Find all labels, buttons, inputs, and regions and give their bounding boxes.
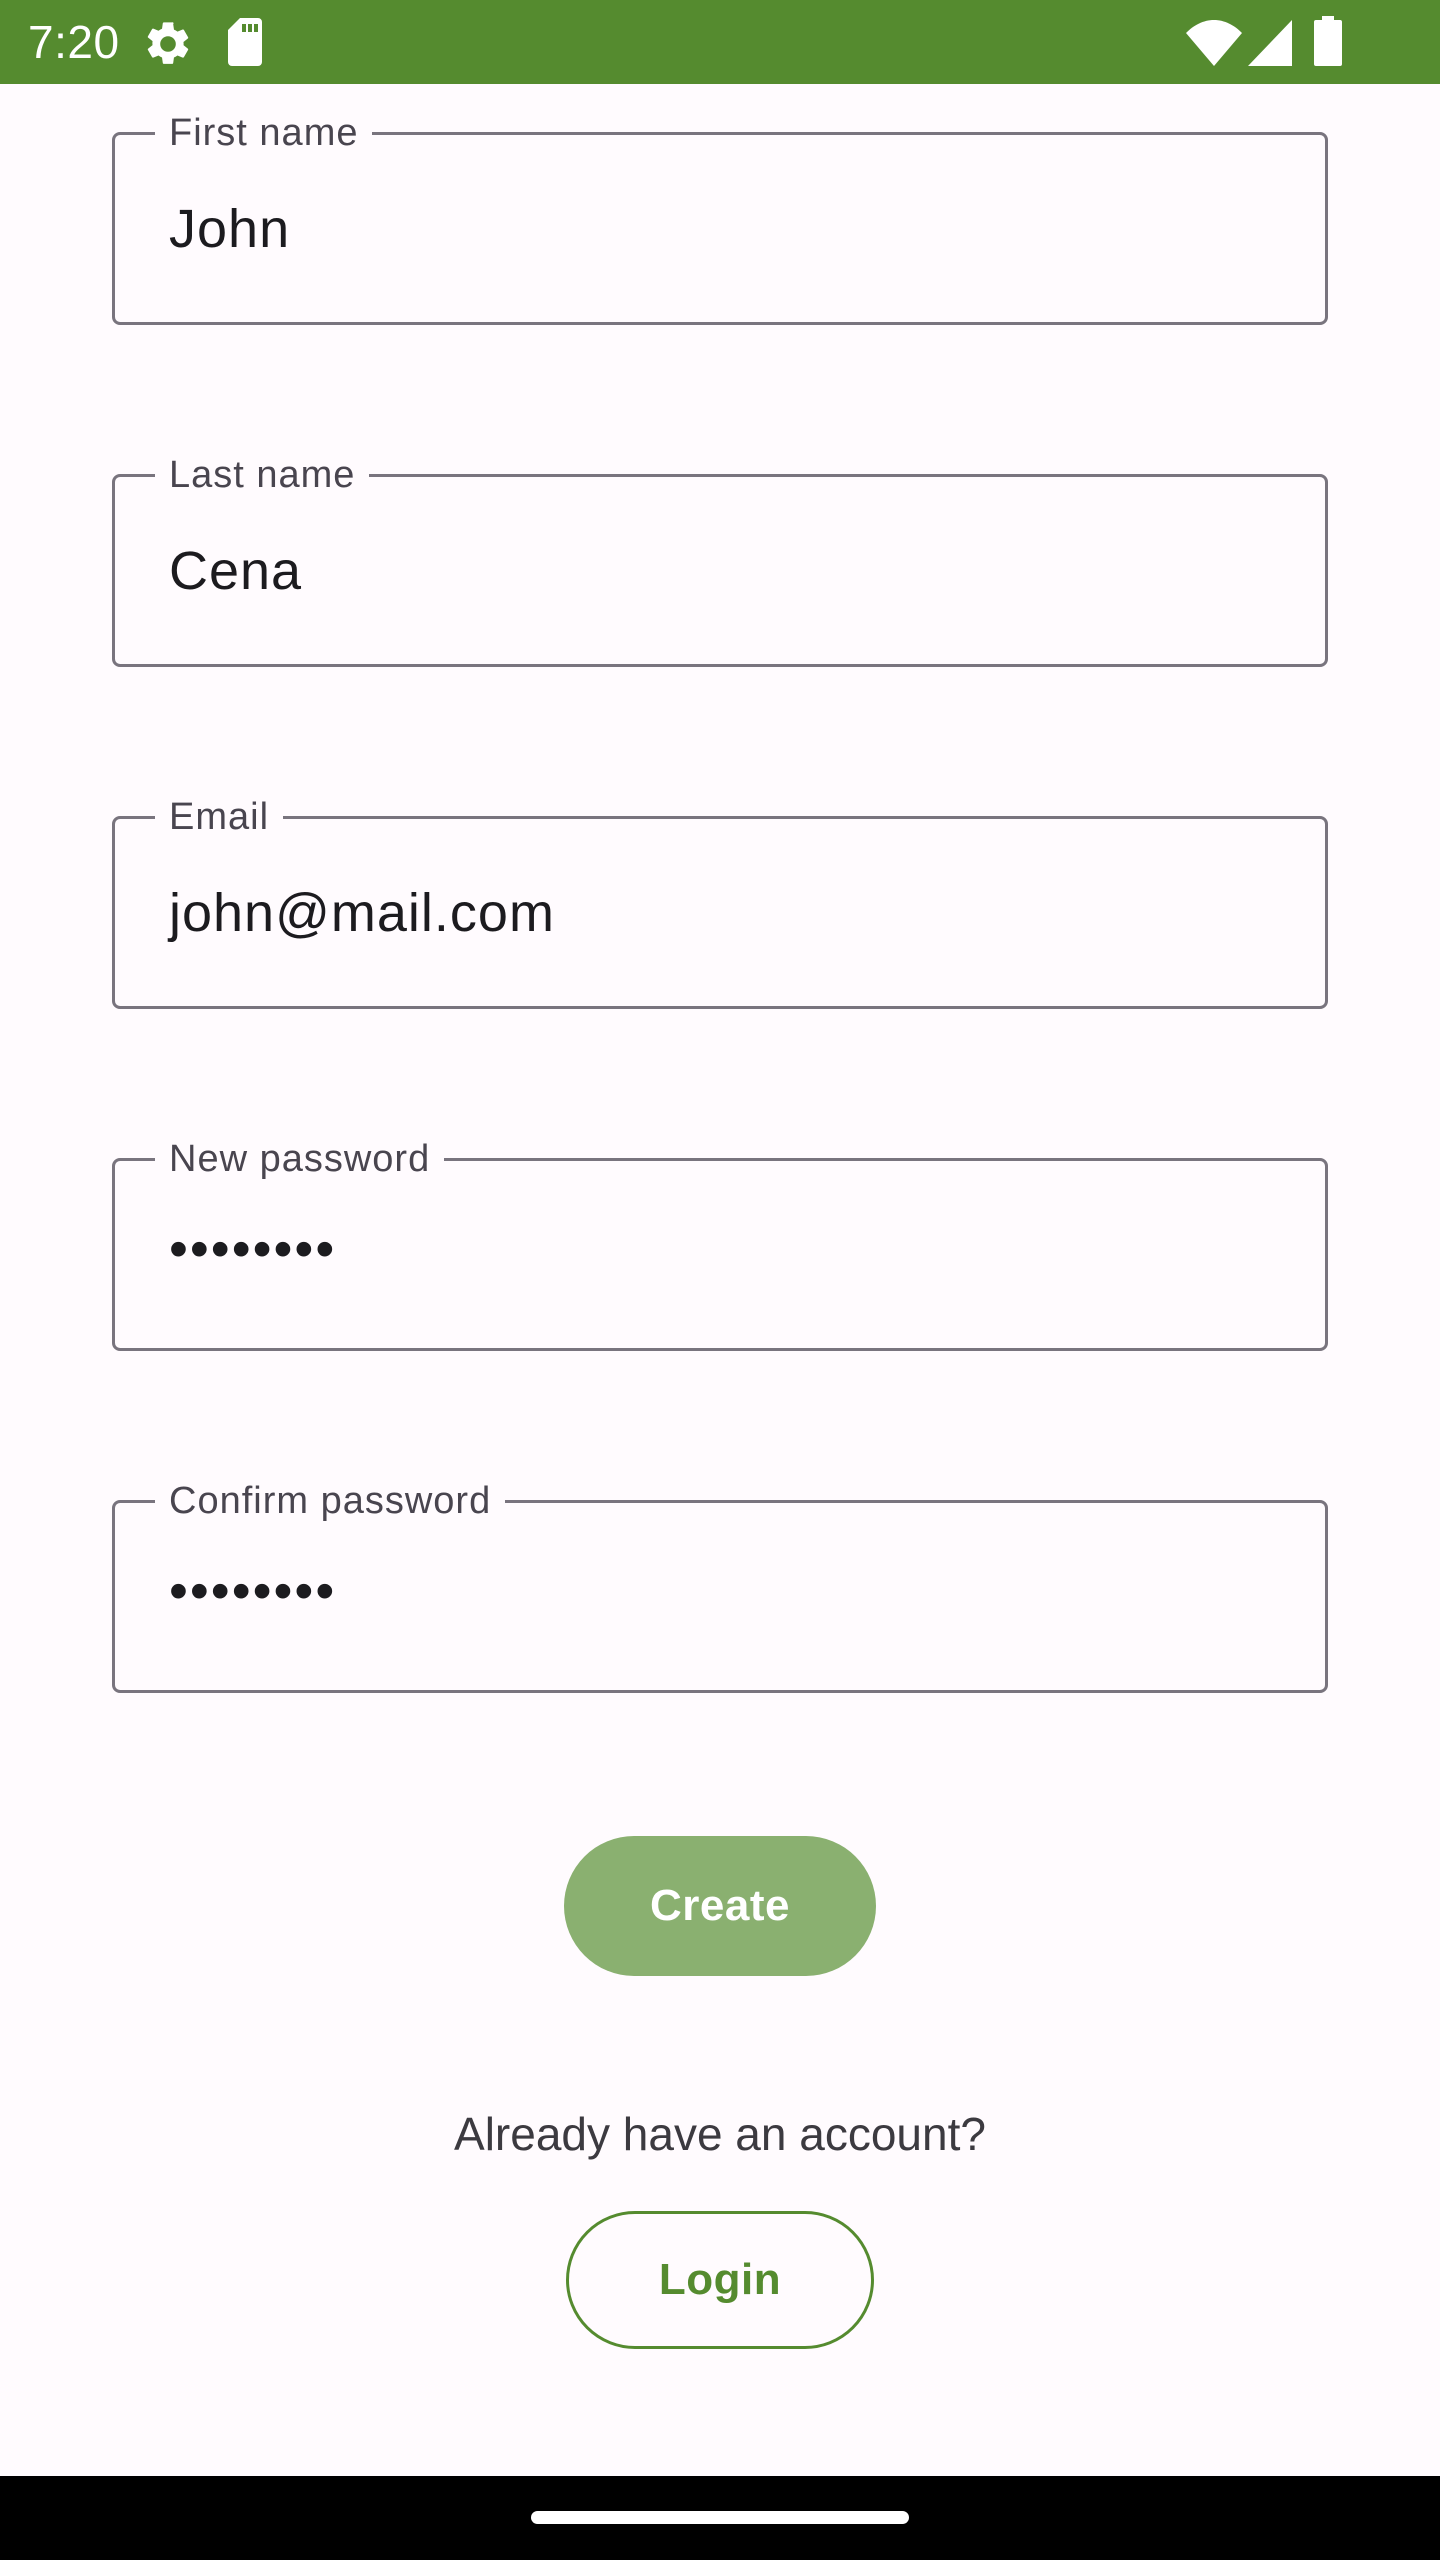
first-name-input[interactable]: John [169,197,290,261]
create-button[interactable]: Create [564,1836,876,1976]
email-input[interactable]: john@mail.com [169,881,555,945]
settings-gear-icon [147,22,189,64]
last-name-label: Last name [155,451,370,499]
already-have-account-text: Already have an account? [454,2108,986,2160]
email-field[interactable]: Email john@mail.com [112,793,1328,1009]
first-name-label: First name [155,109,373,157]
wifi-icon [1186,20,1242,66]
confirm-password-input[interactable]: •••••••• [169,1559,336,1623]
status-bar: 7:20 [0,0,1440,84]
last-name-input[interactable]: Cena [169,539,302,603]
cellular-signal-icon [1248,20,1292,66]
login-button[interactable]: Login [566,2211,874,2349]
new-password-field[interactable]: New password •••••••• [112,1135,1328,1351]
new-password-label: New password [155,1135,445,1183]
email-label: Email [155,793,284,841]
new-password-input[interactable]: •••••••• [169,1217,336,1281]
sd-card-icon [228,18,262,66]
first-name-field[interactable]: First name John [112,109,1328,325]
home-gesture-handle[interactable] [531,2511,909,2524]
confirm-password-label: Confirm password [155,1477,506,1525]
status-time: 7:20 [28,16,120,68]
confirm-password-field[interactable]: Confirm password •••••••• [112,1477,1328,1693]
last-name-field[interactable]: Last name Cena [112,451,1328,667]
battery-icon [1314,16,1342,66]
